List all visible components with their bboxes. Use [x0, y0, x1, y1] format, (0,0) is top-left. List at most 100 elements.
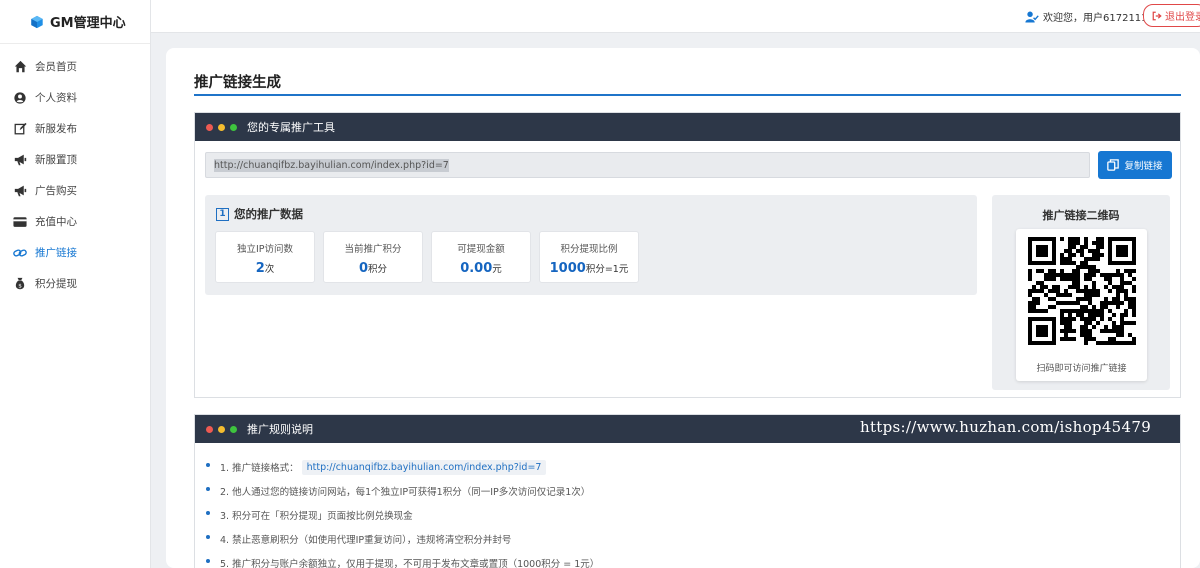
- qr-module: [1100, 317, 1104, 321]
- qr-module: [1052, 273, 1056, 277]
- qr-module: [1128, 305, 1132, 309]
- qr-module: [1132, 285, 1136, 289]
- qr-module: [1068, 261, 1072, 265]
- sidebar-item-profile[interactable]: 个人资料: [0, 82, 150, 113]
- qr-module: [1112, 337, 1116, 341]
- qr-module: [1132, 277, 1136, 281]
- qr-module: [1052, 297, 1056, 301]
- welcome-user[interactable]: 欢迎您，用户6172111: [1025, 9, 1148, 24]
- qr-module: [1112, 329, 1116, 333]
- rules-panel: 推广规则说明 https://www.huzhan.com/ishop45479…: [194, 414, 1181, 568]
- qr-module: [1076, 241, 1080, 245]
- qr-module: [1060, 317, 1064, 321]
- qr-module: [1072, 241, 1076, 245]
- qr-module: [1120, 273, 1124, 277]
- stat-value: 0.00元: [460, 261, 502, 276]
- qr-module: [1068, 241, 1072, 245]
- qr-module: [1036, 245, 1048, 257]
- sidebar-item-recharge[interactable]: 充值中心: [0, 206, 150, 237]
- qr-module: [1064, 317, 1068, 321]
- qr-module: [1032, 309, 1036, 313]
- qr-module: [1080, 297, 1084, 301]
- qr-module: [1072, 309, 1076, 313]
- qr-module: [1068, 313, 1072, 317]
- qr-card: 扫码即可访问推广链接: [1016, 229, 1147, 381]
- qr-module: [1088, 265, 1092, 269]
- qr-module: [1080, 325, 1084, 329]
- qr-module: [1096, 341, 1100, 345]
- sidebar-item-home[interactable]: 会员首页: [0, 51, 150, 82]
- qr-module: [1080, 313, 1084, 317]
- qr-module: [1124, 297, 1128, 301]
- qr-module: [1092, 269, 1096, 273]
- qr-module: [1064, 293, 1068, 297]
- stat-label: 独立IP访问数: [236, 244, 294, 255]
- rule-link-code: http://chuanqifbz.bayihulian.com/index.p…: [301, 459, 547, 475]
- sidebar-item-withdraw[interactable]: $ 积分提现: [0, 268, 150, 299]
- qr-module: [1068, 237, 1072, 241]
- qr-module: [1100, 273, 1104, 277]
- megaphone-icon: [13, 153, 27, 167]
- qr-module: [1116, 293, 1120, 297]
- qr-module: [1132, 337, 1136, 341]
- qr-module: [1036, 269, 1040, 273]
- copy-link-button[interactable]: 复制链接: [1098, 151, 1172, 179]
- qr-module: [1036, 301, 1040, 305]
- qr-module: [1108, 301, 1112, 305]
- qr-module: [1064, 277, 1068, 281]
- promo-link-field[interactable]: http://chuanqifbz.bayihulian.com/index.p…: [205, 152, 1090, 178]
- qr-module: [1116, 325, 1120, 329]
- qr-module: [1064, 261, 1068, 265]
- qr-module: [1068, 253, 1072, 257]
- qr-module: [1116, 285, 1120, 289]
- qr-module: [1044, 293, 1048, 297]
- qr-module: [1084, 297, 1088, 301]
- qr-module: [1072, 301, 1076, 305]
- qr-module: [1072, 337, 1076, 341]
- qr-module: [1028, 269, 1032, 273]
- qr-module: [1100, 329, 1104, 333]
- sidebar-item-label: 新服发布: [35, 123, 77, 135]
- qr-module: [1076, 297, 1080, 301]
- qr-module: [1088, 321, 1092, 325]
- qr-module: [1092, 305, 1096, 309]
- qr-module: [1064, 273, 1068, 277]
- qr-module: [1096, 313, 1100, 317]
- logout-button[interactable]: 退出登录: [1143, 4, 1200, 27]
- sidebar-item-promo-link[interactable]: 推广链接: [0, 237, 150, 268]
- qr-module: [1092, 293, 1096, 297]
- sidebar-item-new-server[interactable]: 新服发布: [0, 113, 150, 144]
- qr-module: [1084, 257, 1088, 261]
- stat-card-points: 当前推广积分 0积分: [323, 231, 423, 283]
- qr-module: [1120, 285, 1124, 289]
- stat-card-ratio: 积分提现比例 1000积分=1元: [539, 231, 639, 283]
- qr-module: [1088, 329, 1092, 333]
- qr-module: [1092, 265, 1096, 269]
- qr-module: [1096, 245, 1100, 249]
- top-bar: 欢迎您，用户6172111 退出登录: [151, 0, 1200, 33]
- qr-module: [1084, 317, 1088, 321]
- qr-module: [1032, 297, 1036, 301]
- stats-title: 1 您的推广数据: [216, 206, 303, 222]
- brand[interactable]: GM管理中心: [0, 0, 150, 44]
- qr-module: [1116, 341, 1120, 345]
- qr-module: [1060, 277, 1064, 281]
- qr-module: [1124, 289, 1128, 293]
- qr-module: [1132, 341, 1136, 345]
- qr-module: [1116, 273, 1120, 277]
- qr-module: [1092, 253, 1096, 257]
- qr-module: [1068, 245, 1072, 249]
- sign-out-icon: [1152, 11, 1162, 20]
- sidebar-item-pin-top[interactable]: 新服置顶: [0, 144, 150, 175]
- qr-module: [1100, 245, 1104, 249]
- qr-module: [1120, 329, 1124, 333]
- qr-module: [1100, 301, 1104, 305]
- qr-module: [1124, 309, 1128, 313]
- qr-module: [1088, 289, 1092, 293]
- qr-module: [1132, 321, 1136, 325]
- qr-module: [1068, 317, 1072, 321]
- sidebar-item-label: 积分提现: [35, 278, 77, 290]
- sidebar-item-ads[interactable]: 广告购买: [0, 175, 150, 206]
- qr-module: [1116, 297, 1120, 301]
- qr-module: [1108, 273, 1112, 277]
